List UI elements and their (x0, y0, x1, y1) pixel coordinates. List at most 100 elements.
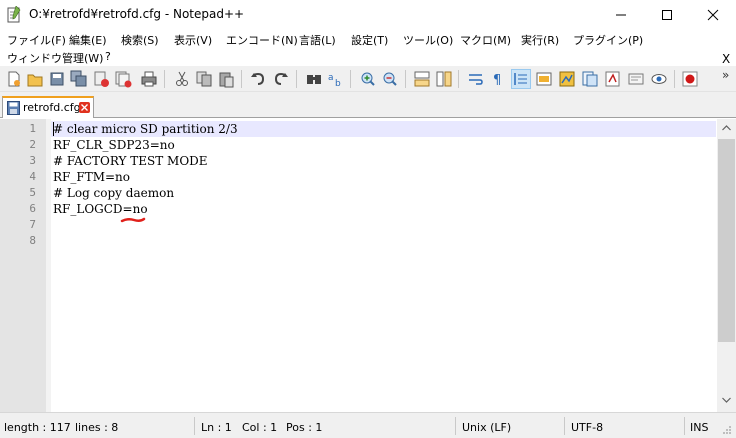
scroll-up-arrow-icon[interactable] (722, 125, 731, 131)
close-all-icon (115, 71, 132, 88)
menu-tools[interactable]: ツール(O) (403, 32, 453, 48)
undo-button[interactable] (248, 69, 268, 89)
window-title: O:¥retrofd¥retrofd.cfg - Notepad++ (29, 7, 245, 21)
menu-edit[interactable]: 編集(E) (69, 32, 107, 48)
line-number: 7 (29, 218, 36, 231)
tab-label: retrofd.cfg (23, 101, 81, 114)
notepadpp-icon (7, 6, 21, 23)
close-file-button[interactable] (91, 69, 111, 89)
sync-vertical-button[interactable] (412, 69, 432, 89)
menu-file[interactable]: ファイル(F) (7, 32, 66, 48)
sync-vertical-icon (414, 71, 430, 87)
status-position: Pos : 1 (286, 421, 323, 434)
zoom-out-icon (383, 72, 397, 86)
menu-view[interactable]: 表示(V) (174, 32, 212, 48)
zoom-out-button[interactable] (380, 69, 400, 89)
status-lines: lines : 8 (75, 421, 119, 434)
menu-run[interactable]: 実行(R) (521, 32, 559, 48)
tab-retrofd-cfg[interactable]: retrofd.cfg (2, 96, 94, 118)
folder-as-workspace-button[interactable] (603, 69, 623, 89)
menu-bar: ファイル(F) 編集(E) 検索(S) 表示(V) エンコード(N) 言語(L)… (0, 30, 736, 66)
code-line[interactable]: # clear micro SD partition 2/3 (53, 121, 238, 137)
new-file-button[interactable] (4, 69, 24, 89)
menu-search[interactable]: 検索(S) (121, 32, 159, 48)
menu-settings[interactable]: 設定(T) (351, 32, 388, 48)
menu-encoding[interactable]: エンコード(N) (226, 32, 298, 48)
menu-help[interactable]: ? (105, 50, 111, 63)
record-macro-button[interactable] (680, 69, 700, 89)
save-all-button[interactable] (69, 69, 89, 89)
status-encoding[interactable]: UTF-8 (571, 421, 603, 434)
record-macro-icon (682, 71, 698, 87)
open-file-button[interactable] (25, 69, 45, 89)
code-line[interactable]: RF_FTM=no (53, 169, 130, 185)
line-number: 1 (29, 122, 36, 135)
cut-button[interactable] (172, 69, 192, 89)
new-file-icon (8, 71, 20, 87)
minimize-icon (616, 14, 626, 16)
tab-close-button[interactable] (79, 102, 90, 113)
text-editor[interactable]: 1 2 3 4 5 6 7 8 # clear micro SD partiti… (0, 119, 736, 412)
save-icon (50, 72, 64, 86)
vertical-scrollbar[interactable] (717, 119, 736, 412)
monitoring-button[interactable] (649, 69, 669, 89)
minimize-button[interactable] (598, 0, 644, 30)
undo-icon (251, 72, 265, 85)
line-number: 2 (29, 138, 36, 151)
status-bar: length : 117 lines : 8 Ln : 1 Col : 1 Po… (0, 412, 736, 438)
line-number: 8 (29, 234, 36, 247)
maximize-button[interactable] (644, 0, 690, 30)
close-icon (707, 9, 719, 21)
redo-icon (274, 72, 288, 85)
line-number-gutter: 1 2 3 4 5 6 7 8 (0, 119, 46, 412)
sync-horizontal-button[interactable] (434, 69, 454, 89)
scrollbar-thumb[interactable] (718, 139, 735, 342)
document-map-button[interactable] (557, 69, 577, 89)
title-bar: O:¥retrofd¥retrofd.cfg - Notepad++ (0, 0, 736, 30)
show-all-characters-icon: ¶ (493, 73, 501, 88)
redo-button[interactable] (271, 69, 291, 89)
scroll-down-arrow-icon[interactable] (722, 397, 731, 403)
menu-language[interactable]: 言語(L) (299, 32, 336, 48)
fold-margin[interactable] (46, 119, 51, 412)
code-line[interactable]: RF_CLR_SDP23=no (53, 137, 175, 153)
save-button[interactable] (47, 69, 67, 89)
indent-guide-icon (514, 73, 527, 85)
monitoring-icon (651, 74, 667, 84)
line-number: 4 (29, 170, 36, 183)
print-button[interactable] (139, 69, 159, 89)
print-icon (141, 71, 157, 87)
close-all-button[interactable] (113, 69, 133, 89)
word-wrap-button[interactable] (466, 69, 486, 89)
close-document-button[interactable]: X (722, 52, 730, 66)
find-icon (307, 75, 321, 84)
find-button[interactable] (304, 69, 324, 89)
replace-button[interactable]: ab (326, 69, 346, 89)
cut-icon (176, 71, 188, 86)
user-language-button[interactable] (534, 69, 554, 89)
saved-file-icon (7, 101, 20, 115)
status-eol-format[interactable]: Unix (LF) (462, 421, 511, 434)
status-insert-mode[interactable]: INS (690, 421, 708, 434)
toolbar-overflow-button[interactable]: » (722, 68, 729, 82)
copy-button[interactable] (194, 69, 214, 89)
menu-window[interactable]: ウィンドウ管理(W) (7, 50, 103, 66)
line-number: 5 (29, 186, 36, 199)
status-column: Col : 1 (242, 421, 278, 434)
folder-as-workspace-icon (605, 71, 620, 87)
indent-guide-button[interactable] (511, 69, 531, 89)
show-all-characters-button[interactable]: ¶ (488, 69, 508, 89)
svg-text:a: a (328, 73, 334, 83)
function-list-button[interactable] (580, 69, 600, 89)
resize-grip-icon[interactable] (722, 425, 732, 435)
save-all-icon (70, 70, 87, 87)
zoom-in-button[interactable] (358, 69, 378, 89)
file-browser-button[interactable] (626, 69, 646, 89)
code-line[interactable]: # FACTORY TEST MODE (53, 153, 208, 169)
tab-close-icon (81, 104, 88, 111)
paste-button[interactable] (216, 69, 236, 89)
menu-plugins[interactable]: プラグイン(P) (573, 32, 643, 48)
close-button[interactable] (690, 0, 736, 30)
menu-macro[interactable]: マクロ(M) (460, 32, 511, 48)
code-line[interactable]: # Log copy daemon (53, 185, 174, 201)
